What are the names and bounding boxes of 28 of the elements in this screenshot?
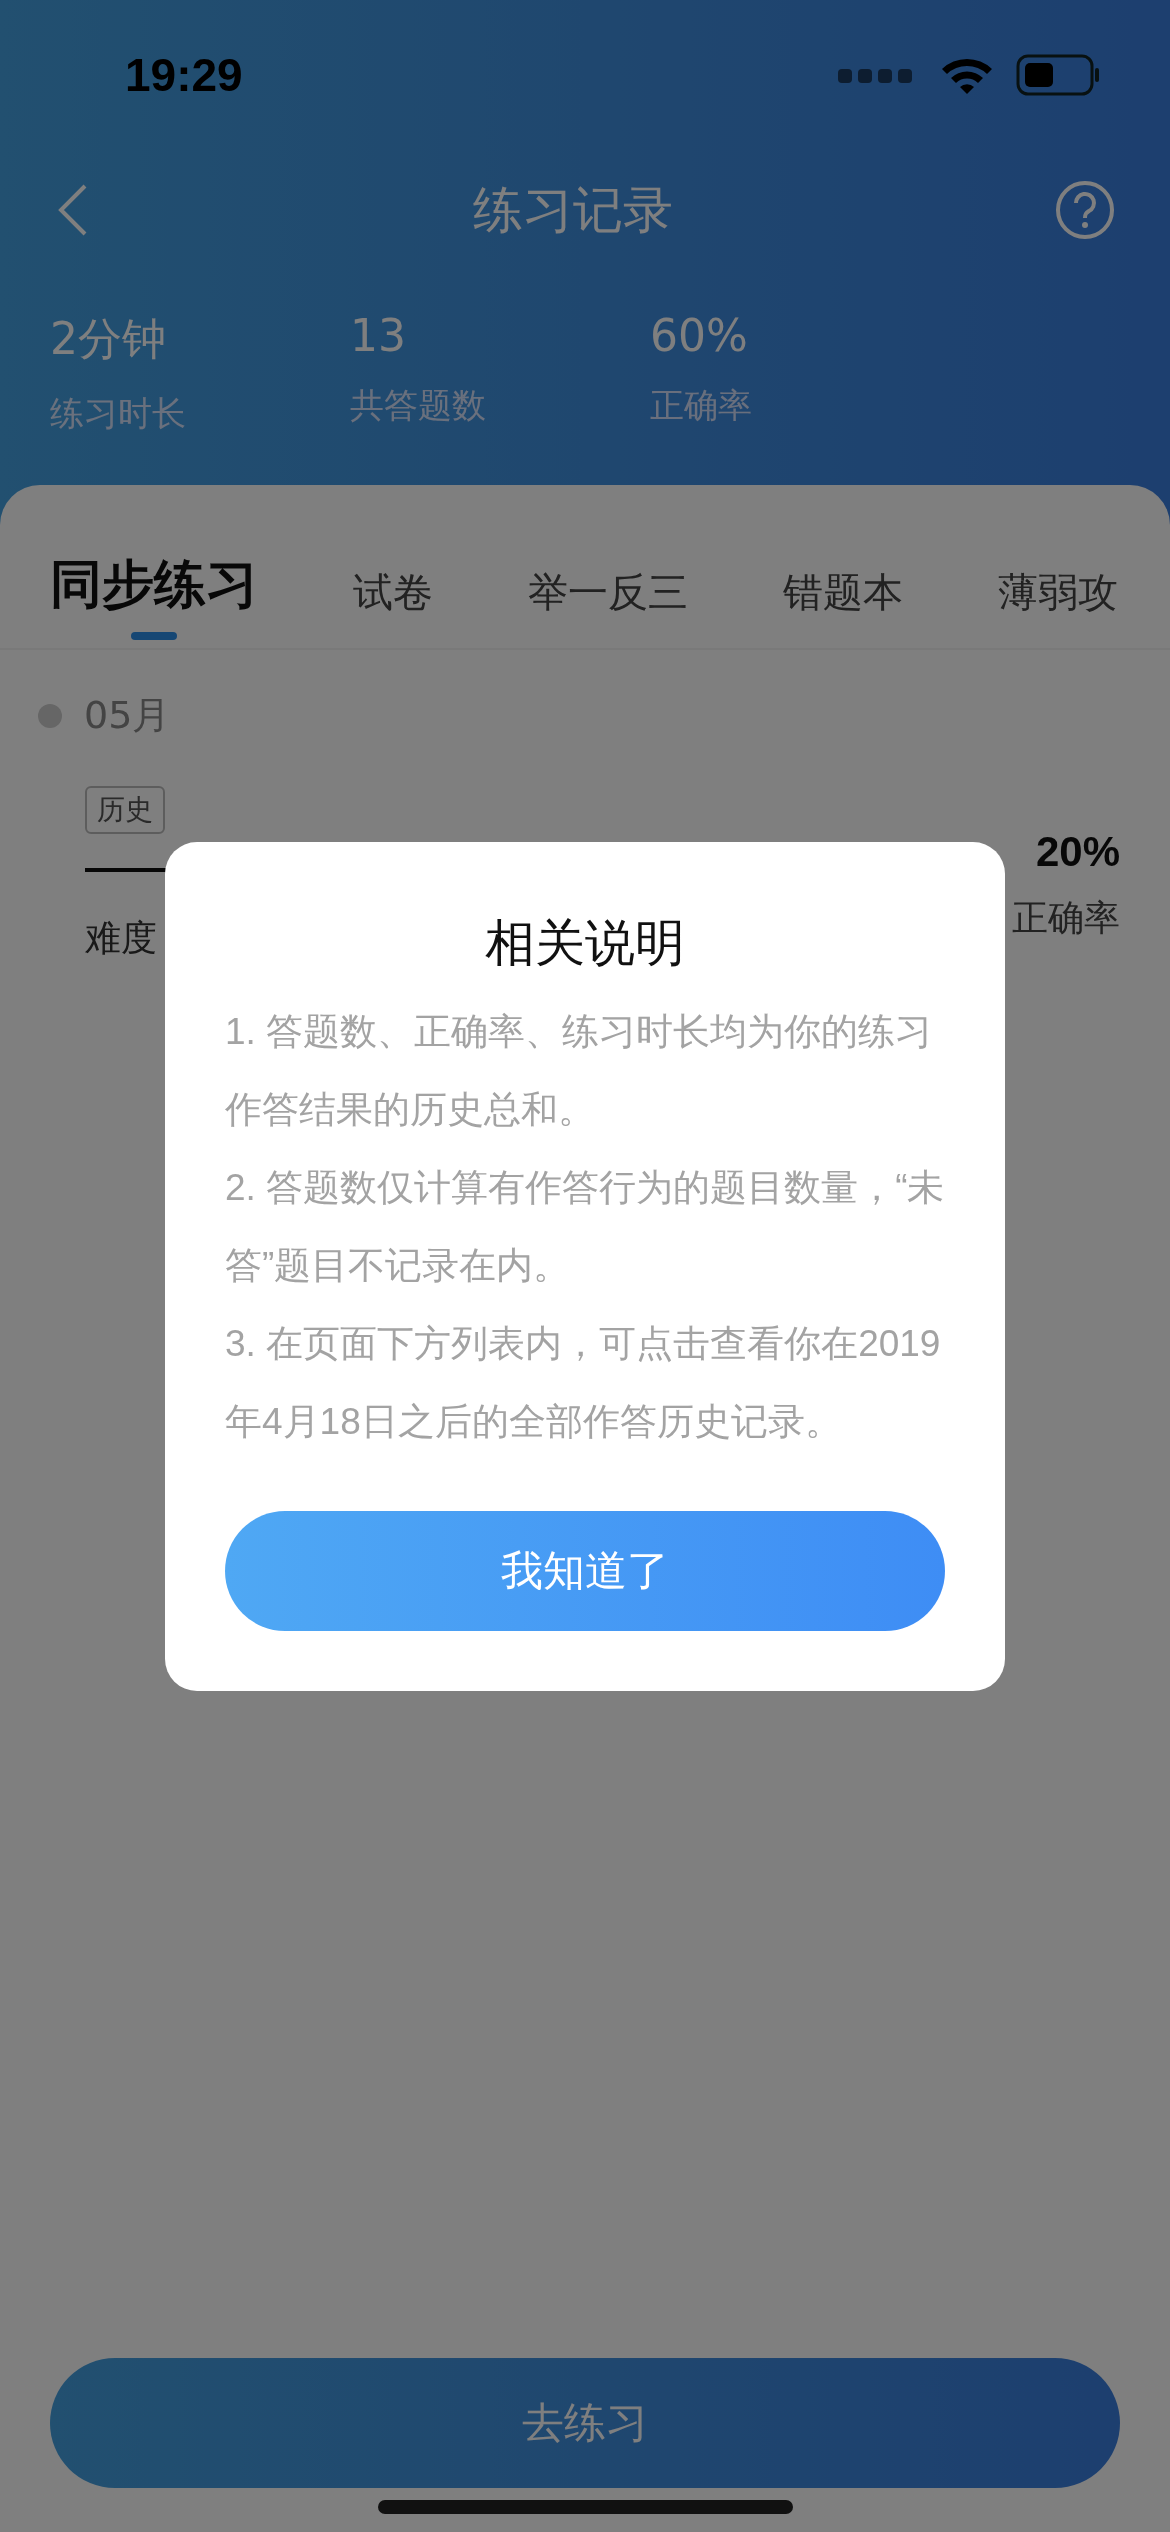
dialog-paragraph: 1. 答题数、正确率、练习时长均为你的练习作答结果的历史总和。 <box>225 1009 934 1132</box>
record-date: 05月 <box>84 692 171 739</box>
accuracy-value: 20% <box>1035 828 1120 876</box>
dialog-title: 相关说明 <box>484 912 686 974</box>
page-title: 练习记录 <box>473 179 673 241</box>
subject-tag: 历史 <box>85 786 165 834</box>
battery-icon <box>1016 54 1100 96</box>
active-tab-indicator <box>131 632 177 640</box>
stat-value: 60% <box>650 310 749 361</box>
stat-label: 练习时长 <box>50 392 187 435</box>
stat-value: 2分钟 <box>50 312 167 366</box>
practice-button[interactable]: 去练习 <box>50 2358 1120 2488</box>
tab[interactable]: 错题本 <box>783 565 903 648</box>
stat-label: 共答题数 <box>350 384 487 427</box>
status-time: 19:29 <box>125 48 243 102</box>
tab[interactable]: 试卷 <box>353 565 433 648</box>
timeline-dot <box>38 703 62 728</box>
accuracy-label: 正确率 <box>1012 896 1120 940</box>
confirm-button[interactable]: 我知道了 <box>225 1510 945 1631</box>
tab[interactable]: 同步练习 <box>50 550 258 648</box>
tab[interactable]: 举一反三 <box>528 565 688 648</box>
tab[interactable]: 薄弱攻 <box>998 565 1118 648</box>
dialog-paragraph: 2. 答题数仅计算有作答行为的题目数量，“未答”题目不记录在内。 <box>225 1165 945 1288</box>
difficulty-label: 难度 <box>85 916 158 960</box>
stat-value: 13 <box>350 310 407 361</box>
dialog-paragraph: 3. 在页面下方列表内，可点击查看你在2019年4月18日之后的全部作答历史记录。 <box>225 1321 942 1444</box>
help-button[interactable] <box>1055 180 1115 240</box>
stat-label: 正确率 <box>650 384 753 427</box>
